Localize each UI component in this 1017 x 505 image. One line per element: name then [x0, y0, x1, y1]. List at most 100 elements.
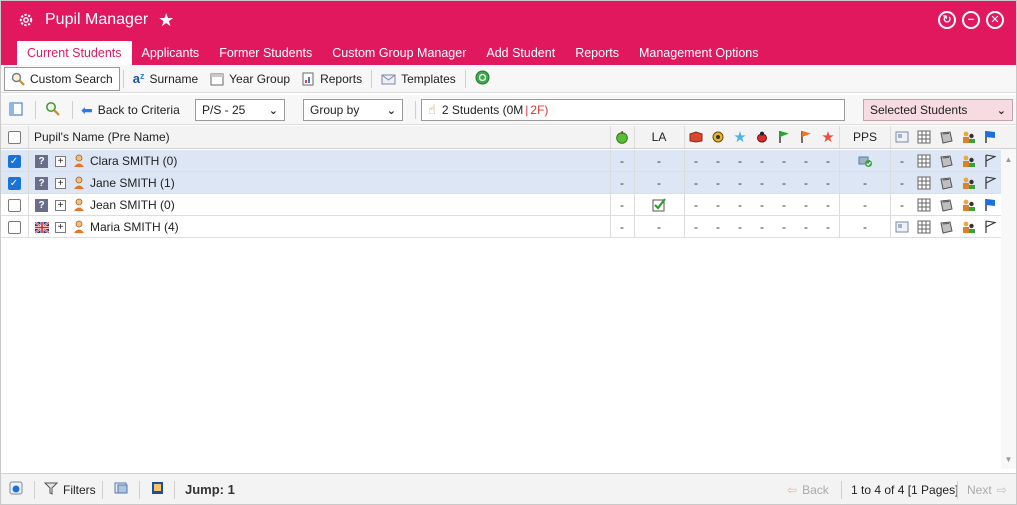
name-column-header[interactable]: Pupil's Name (Pre Name) [34, 126, 334, 148]
next-page-button[interactable]: Next ⇨ [967, 474, 1007, 505]
contact-card-button[interactable] [151, 474, 164, 505]
export-button[interactable] [114, 474, 129, 505]
empty-value: - [716, 176, 720, 190]
blue-flag-icon[interactable] [979, 126, 1001, 148]
tab-management-options[interactable]: Management Options [629, 41, 769, 65]
tab-former-students[interactable]: Former Students [209, 41, 322, 65]
student-count-text: 2 Students (0M [441, 103, 524, 117]
bug-icon[interactable] [751, 126, 773, 148]
info-button[interactable] [9, 474, 23, 505]
notebook-icon[interactable] [935, 216, 957, 238]
outline-flag-icon[interactable] [979, 216, 1001, 238]
notebook-icon[interactable] [935, 172, 957, 194]
la-column-header[interactable]: LA [635, 126, 683, 148]
row-checkbox[interactable]: ✓ [7, 172, 21, 194]
tab-custom-group-manager[interactable]: Custom Group Manager [322, 41, 476, 65]
empty-value: - [694, 198, 698, 212]
expand-row-icon[interactable]: + [54, 194, 67, 216]
table-row[interactable]: ? + Jean SMITH (0) - - - - - - - - - - [1, 194, 1001, 216]
outline-flag-icon[interactable] [979, 172, 1001, 194]
pupil-icon [72, 194, 86, 216]
selected-students-select[interactable]: Selected Students ⌄ [863, 99, 1013, 121]
filters-button[interactable]: Filters [43, 474, 96, 505]
empty-value: - [760, 220, 764, 234]
people-icon[interactable] [957, 194, 979, 216]
report-icon [302, 72, 315, 86]
layout-button[interactable] [9, 99, 23, 121]
close-icon[interactable]: ✕ [986, 11, 1004, 29]
pupil-name[interactable]: Maria SMITH (4) [90, 216, 390, 238]
student-count-box: ☝ 2 Students (0M | 2F) [421, 99, 845, 121]
recycle-button[interactable] [469, 67, 496, 91]
surname-button[interactable]: az Surname [127, 67, 204, 91]
grid-icon[interactable] [913, 194, 935, 216]
scroll-down-icon[interactable]: ▼ [1001, 455, 1016, 464]
table-row[interactable]: ✓? + Jane SMITH (1) - - - - - - - - - - - [1, 172, 1001, 194]
green-flag-icon[interactable] [773, 126, 795, 148]
grid-icon[interactable] [913, 126, 935, 148]
back-to-criteria-button[interactable]: ⬅ Back to Criteria [81, 99, 180, 121]
grid-icon[interactable] [913, 150, 935, 172]
people-icon[interactable] [957, 126, 979, 148]
outline-flag-icon[interactable] [979, 150, 1001, 172]
select-all-checkbox[interactable] [7, 126, 21, 148]
scroll-up-icon[interactable]: ▲ [1001, 155, 1016, 164]
blue-flag-icon[interactable] [979, 194, 1001, 216]
photo-icon[interactable] [891, 126, 913, 148]
group-by-select[interactable]: Group by ⌄ [303, 99, 403, 121]
reports-button[interactable]: Reports [296, 67, 368, 91]
row-checkbox[interactable] [7, 216, 21, 238]
filters-label: Filters [63, 482, 96, 497]
tab-reports[interactable]: Reports [565, 41, 629, 65]
toolbar-divider [72, 101, 73, 119]
star-icon[interactable]: ★ [158, 11, 174, 29]
grid-scrollbar[interactable]: ▲ ▼ [1001, 149, 1016, 469]
status-divider [34, 480, 35, 499]
checked-icon [635, 194, 683, 216]
people-icon[interactable] [957, 150, 979, 172]
pupil-manager-window: Pupil Manager ★ ↻ − ✕ Current Students A… [0, 0, 1017, 505]
blue-star-icon[interactable]: ★ [729, 126, 751, 148]
people-icon[interactable] [957, 216, 979, 238]
templates-button[interactable]: Templates [375, 67, 462, 91]
empty-value: - [863, 198, 867, 212]
grid-icon[interactable] [913, 172, 935, 194]
zoom-button[interactable] [45, 99, 60, 121]
pupil-icon [72, 216, 86, 238]
book-icon[interactable] [685, 126, 707, 148]
next-page-icon: ⇨ [996, 482, 1007, 497]
tab-applicants[interactable]: Applicants [132, 41, 210, 65]
grid-icon[interactable] [913, 216, 935, 238]
pupil-name[interactable]: Clara SMITH (0) [90, 150, 390, 172]
expand-row-icon[interactable]: + [54, 172, 67, 194]
table-row[interactable]: + Maria SMITH (4) - - - - - - - - - - [1, 216, 1001, 238]
notebook-icon[interactable] [935, 150, 957, 172]
year-group-button[interactable]: Year Group [204, 67, 296, 91]
orange-flag-icon[interactable] [795, 126, 817, 148]
minimize-icon[interactable]: − [962, 11, 980, 29]
tab-add-student[interactable]: Add Student [476, 41, 565, 65]
notebook-icon[interactable] [935, 194, 957, 216]
photo-icon[interactable] [891, 216, 913, 238]
jump-label[interactable]: Jump: 1 [185, 474, 235, 505]
pupil-name[interactable]: Jean SMITH (0) [90, 194, 390, 216]
apple-icon[interactable] [611, 126, 633, 148]
custom-search-button[interactable]: Custom Search [4, 66, 120, 91]
expand-row-icon[interactable]: + [54, 216, 67, 238]
empty-value: - [657, 154, 661, 168]
row-checkbox[interactable] [7, 194, 21, 216]
people-icon[interactable] [957, 172, 979, 194]
row-checkbox[interactable]: ✓ [7, 150, 21, 172]
notebook-icon[interactable] [935, 126, 957, 148]
class-select[interactable]: P/S - 25 ⌄ [195, 99, 285, 121]
red-star-icon[interactable]: ★ [817, 126, 839, 148]
back-page-button[interactable]: ⇦ Back [787, 474, 829, 505]
table-row[interactable]: ✓? + Clara SMITH (0) - - - - - - - - - - [1, 150, 1001, 172]
pps-column-header[interactable]: PPS [840, 126, 890, 148]
refresh-icon[interactable]: ↻ [938, 11, 956, 29]
expand-row-icon[interactable]: + [54, 150, 67, 172]
pupil-name[interactable]: Jane SMITH (1) [90, 172, 390, 194]
tab-current-students[interactable]: Current Students [17, 41, 132, 65]
unknown-nationality-icon: ? [34, 172, 49, 194]
badge-icon[interactable] [707, 126, 729, 148]
